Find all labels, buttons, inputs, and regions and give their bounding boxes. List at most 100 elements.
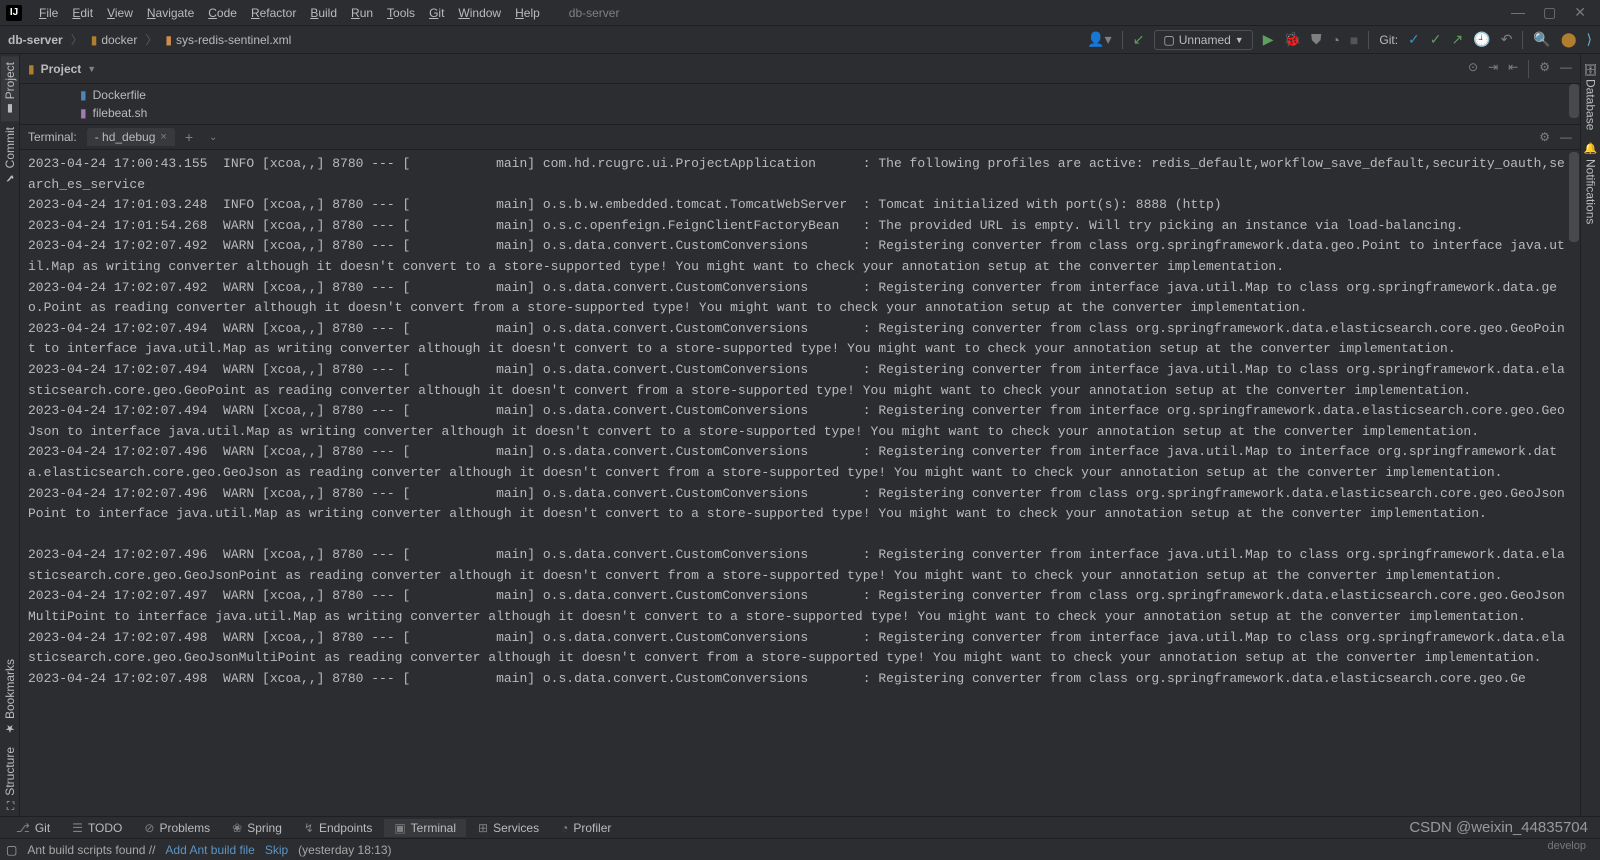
menu-git[interactable]: Git — [422, 3, 451, 23]
dockerfile-icon: ▮ — [80, 88, 87, 102]
app-logo: IJ — [6, 5, 22, 21]
bottom-tab-terminal[interactable]: ▣Terminal — [384, 819, 466, 837]
build-hammer-icon[interactable]: ↙ — [1133, 31, 1145, 48]
status-link-skip[interactable]: Skip — [265, 843, 288, 857]
vcs-commit-icon[interactable]: ✓ — [1430, 31, 1442, 48]
project-toolwindow-header: ▮ Project ▼ ⊙ ⇥ ⇤ ⚙ — — [20, 54, 1580, 84]
menu-file[interactable]: File — [32, 3, 65, 23]
debug-bug-icon[interactable]: 🐞 — [1284, 31, 1301, 48]
project-tree-item: ▮Dockerfile — [80, 86, 1580, 104]
menu-navigate[interactable]: Navigate — [140, 3, 201, 23]
run-play-icon[interactable]: ▶ — [1263, 31, 1274, 48]
right-tool-rail: 🗄Database 🔔Notifications — [1580, 54, 1600, 816]
close-tab-icon[interactable]: × — [160, 131, 166, 143]
hide-toolwindow-icon[interactable]: — — [1560, 130, 1572, 144]
bottom-tab-git[interactable]: ⎇Git — [6, 819, 60, 837]
bottom-tab-endpoints[interactable]: ↯Endpoints — [294, 819, 382, 837]
user-icon[interactable]: 👤▾ — [1087, 31, 1111, 48]
commit-icon: ✔ — [3, 172, 16, 185]
commit-rail-button[interactable]: ✔Commit — [1, 121, 19, 190]
database-rail-button[interactable]: 🗄Database — [1582, 56, 1600, 136]
gear-icon[interactable]: ⚙ — [1539, 60, 1550, 78]
scrollbar-thumb[interactable] — [1569, 152, 1579, 242]
code-with-me-icon[interactable]: ⟩ — [1587, 31, 1592, 48]
terminal-label: Terminal: — [28, 130, 77, 144]
bookmark-icon: ★ — [3, 722, 16, 735]
breadcrumb-folder[interactable]: docker — [101, 33, 137, 47]
chevron-down-icon: ▼ — [1235, 35, 1244, 45]
breadcrumb-file[interactable]: sys-redis-sentinel.xml — [176, 33, 291, 47]
structure-rail-button[interactable]: ⛶Structure — [1, 741, 19, 816]
minimize-button[interactable]: — — [1511, 4, 1525, 21]
bottom-toolwindow-tabs: ⎇Git☰TODO⊘Problems❀Spring↯Endpoints▣Term… — [0, 816, 1600, 838]
bottom-tab-profiler[interactable]: ◔Profiler — [551, 819, 621, 837]
project-rail-button[interactable]: ▮Project — [1, 56, 19, 121]
status-bar: ▢ Ant build scripts found // Add Ant bui… — [0, 838, 1600, 860]
menu-run[interactable]: Run — [344, 3, 380, 23]
bottom-tab-services[interactable]: ⊞Services — [468, 819, 549, 837]
menu-bar: IJ FileEditViewNavigateCodeRefactorBuild… — [0, 0, 1600, 26]
vcs-rollback-icon[interactable]: ↶ — [1501, 31, 1513, 48]
new-terminal-icon[interactable]: + — [179, 129, 199, 145]
run-configuration-dropdown[interactable]: ▢ Unnamed ▼ — [1154, 30, 1252, 50]
menu-window[interactable]: Window — [451, 3, 508, 23]
spring-icon: ❀ — [232, 821, 242, 835]
bottom-tab-todo[interactable]: ☰TODO — [62, 819, 132, 837]
bookmarks-rail-button[interactable]: ★Bookmarks — [1, 653, 19, 741]
scrollbar-thumb[interactable] — [1569, 84, 1579, 118]
terminal-text: 2023-04-24 17:00:43.155 INFO [xcoa,,] 87… — [28, 154, 1572, 689]
menu-edit[interactable]: Edit — [65, 3, 100, 23]
search-icon[interactable]: 🔍 — [1533, 31, 1550, 48]
select-opened-file-icon[interactable]: ⊙ — [1468, 60, 1478, 78]
menu-code[interactable]: Code — [201, 3, 244, 23]
menu-refactor[interactable]: Refactor — [244, 3, 303, 23]
terminal-dropdown-icon[interactable]: ⌄ — [203, 132, 223, 143]
git-label: Git: — [1379, 33, 1398, 47]
project-tree-item: ▮filebeat.sh — [80, 104, 1580, 122]
structure-icon: ⛶ — [4, 799, 16, 810]
terminal-output[interactable]: 2023-04-24 17:00:43.155 INFO [xcoa,,] 87… — [20, 150, 1580, 816]
bottom-tab-problems[interactable]: ⊘Problems — [134, 819, 220, 837]
config-icon: ▢ — [1163, 33, 1174, 47]
profiler-icon[interactable]: ◔ — [1331, 32, 1339, 48]
bottom-tab-spring[interactable]: ❀Spring — [222, 819, 292, 837]
status-message: Ant build scripts found // — [27, 843, 155, 857]
hide-toolwindow-icon[interactable]: — — [1560, 60, 1572, 78]
git-branch-icon: ⎇ — [16, 821, 30, 835]
expand-all-icon[interactable]: ⇥ — [1488, 60, 1498, 78]
status-link-add[interactable]: Add Ant build file — [165, 843, 254, 857]
vcs-history-icon[interactable]: 🕘 — [1473, 31, 1490, 48]
menu-build[interactable]: Build — [303, 3, 344, 23]
xml-file-icon: ▮ — [165, 33, 172, 47]
services-icon: ⊞ — [478, 821, 488, 835]
close-button[interactable]: ✕ — [1574, 4, 1586, 21]
notifications-rail-button[interactable]: 🔔Notifications — [1582, 136, 1600, 230]
menu-tools[interactable]: Tools — [380, 3, 422, 23]
vcs-update-icon[interactable]: ✓ — [1408, 31, 1420, 48]
stop-icon[interactable]: ■ — [1350, 32, 1358, 48]
terminal-icon: ▣ — [394, 821, 405, 835]
project-tree[interactable]: ▮Dockerfile ▮filebeat.sh — [20, 84, 1580, 124]
collapse-all-icon[interactable]: ⇤ — [1508, 60, 1518, 78]
ide-update-icon[interactable]: ⬤ — [1561, 31, 1577, 48]
left-tool-rail: ▮Project ✔Commit ★Bookmarks ⛶Structure — [0, 54, 20, 816]
terminal-tabbar: Terminal: - hd_debug × + ⌄ ⚙ — — [20, 124, 1580, 150]
chevron-down-icon[interactable]: ▼ — [87, 64, 96, 74]
terminal-tab[interactable]: - hd_debug × — [87, 128, 175, 146]
vcs-push-icon[interactable]: ↗ — [1452, 31, 1464, 48]
maximize-button[interactable]: ▢ — [1543, 4, 1556, 21]
navigation-bar: db-server 〉 ▮ docker 〉 ▮ sys-redis-senti… — [0, 26, 1600, 54]
profiler-icon: ◔ — [561, 821, 568, 835]
separator — [1528, 60, 1529, 78]
gear-icon[interactable]: ⚙ — [1539, 130, 1550, 144]
menu-help[interactable]: Help — [508, 3, 547, 23]
breadcrumb-project[interactable]: db-server — [8, 33, 63, 47]
event-log-icon[interactable]: ▢ — [6, 843, 17, 857]
coverage-icon[interactable]: ⛊ — [1311, 31, 1322, 48]
menu-view[interactable]: View — [100, 3, 140, 23]
project-toolwindow-title[interactable]: Project — [41, 62, 82, 76]
project-icon: ▮ — [28, 62, 35, 76]
problems-icon: ⊘ — [144, 821, 154, 835]
separator — [1522, 31, 1523, 49]
endpoints-icon: ↯ — [304, 821, 314, 835]
